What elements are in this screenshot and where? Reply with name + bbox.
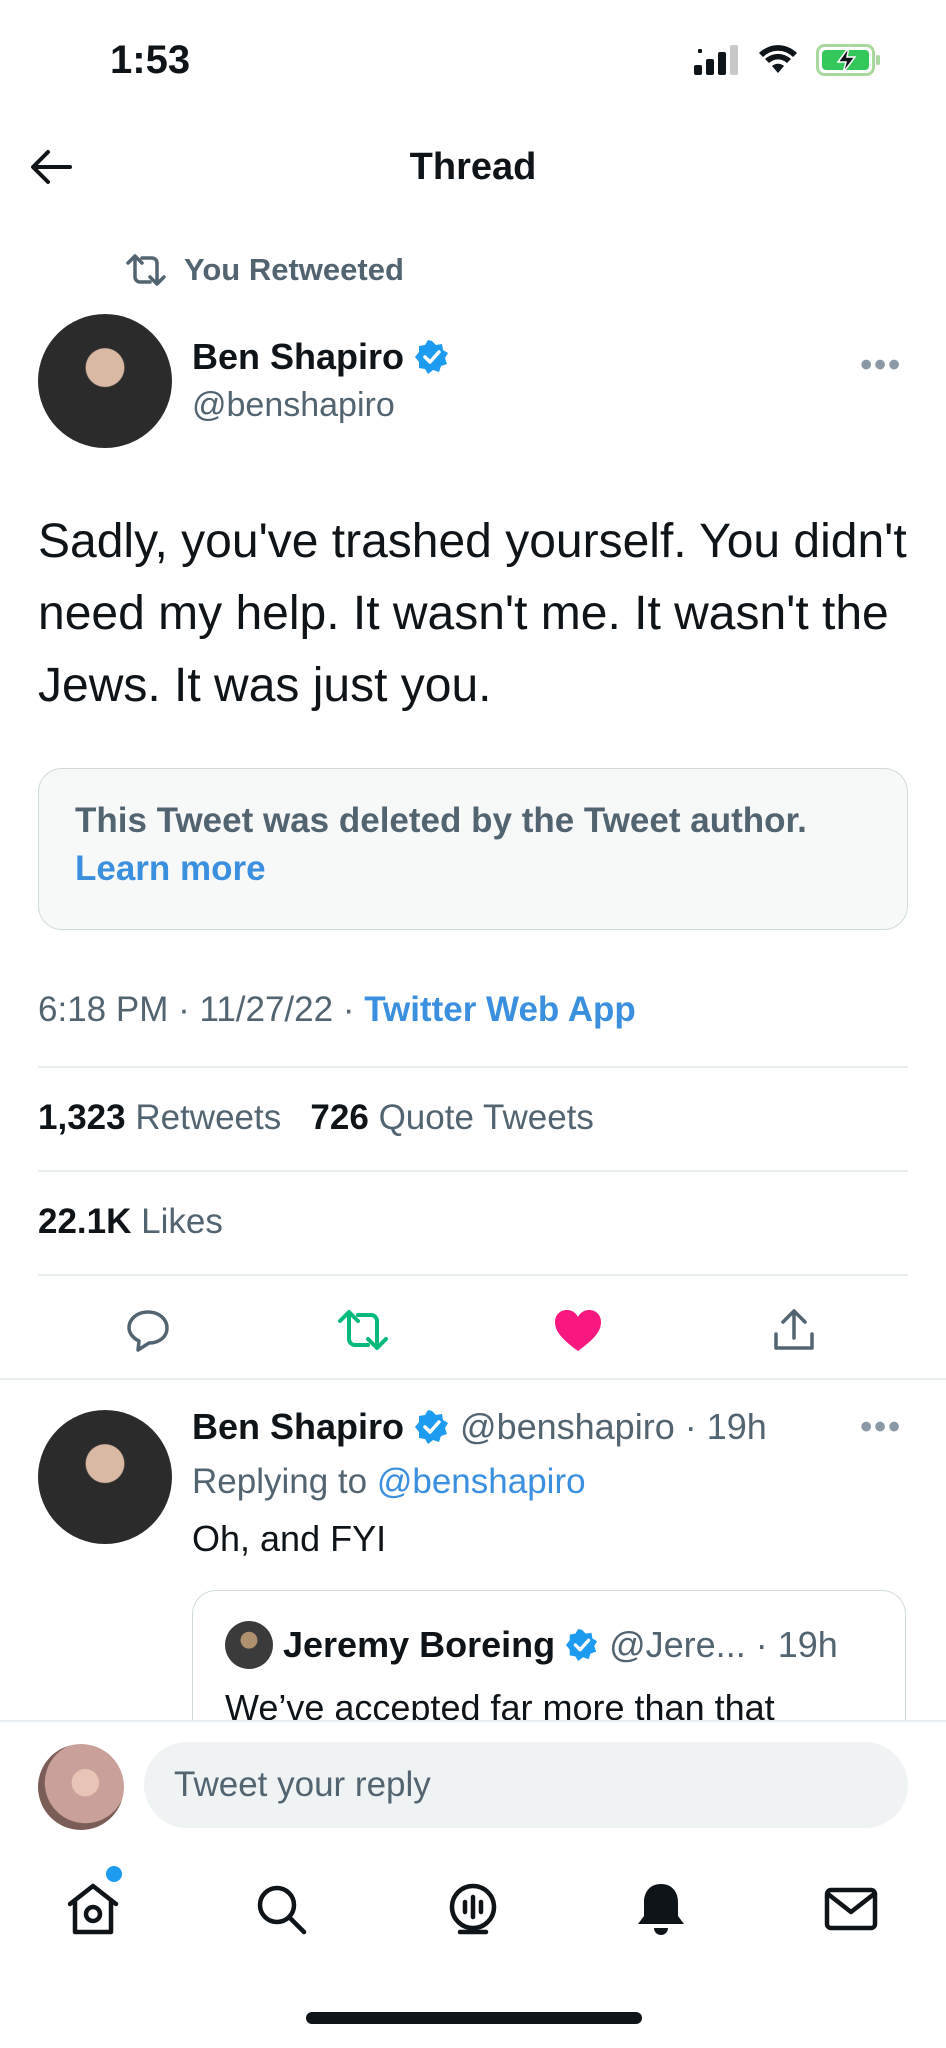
retweets-stat[interactable]: 1,323 Retweets (38, 1098, 281, 1137)
verified-badge-icon (415, 1410, 449, 1444)
author-handle[interactable]: @benshapiro (192, 386, 395, 425)
likes-count: 22.1K (38, 1202, 132, 1241)
verified-badge-icon (415, 340, 449, 374)
share-icon (774, 1309, 814, 1350)
divider (38, 1066, 908, 1068)
reply-text: Oh, and FYI (192, 1518, 387, 1559)
author-name-line[interactable]: Ben Shapiro (192, 336, 450, 378)
divider (0, 1720, 946, 1722)
likes-stat[interactable]: 22.1K Likes (38, 1202, 223, 1242)
verified-badge-icon (566, 1628, 598, 1662)
tab-home[interactable] (60, 1876, 126, 1942)
heart-filled-icon (555, 1310, 601, 1351)
quoted-tweet[interactable]: Jeremy Boreing @Jere... · 19h We’ve acce… (192, 1590, 906, 1720)
replying-label: Replying to (192, 1462, 368, 1501)
tab-search[interactable] (248, 1876, 314, 1942)
like-button[interactable] (548, 1300, 608, 1360)
share-button[interactable] (764, 1300, 824, 1360)
avatar[interactable] (38, 1744, 124, 1830)
retweet-context: You Retweeted (124, 252, 404, 288)
deleted-quote-notice: This Tweet was deleted by the Tweet auth… (38, 768, 908, 930)
battery-charging-icon (816, 44, 880, 76)
messages-icon (824, 1887, 878, 1931)
status-time: 1:53 (110, 38, 191, 82)
replying-to: Replying to @benshapiro (192, 1462, 586, 1502)
divider (38, 1170, 908, 1172)
tab-spaces[interactable] (440, 1876, 506, 1942)
retweet-button[interactable] (333, 1300, 393, 1360)
quotes-count: 726 (310, 1098, 369, 1137)
quoted-tweet-header: Jeremy Boreing @Jere... · 19h (225, 1621, 838, 1669)
tweet-actions (0, 1300, 946, 1360)
quotes-label: Quote Tweets (378, 1098, 594, 1137)
likes-label: Likes (141, 1202, 223, 1241)
reply-author-name[interactable]: Ben Shapiro (192, 1406, 404, 1448)
home-icon (67, 1883, 119, 1935)
author-name[interactable]: Ben Shapiro (192, 336, 404, 378)
retweets-count: 1,323 (38, 1098, 126, 1137)
page-title: Thread (409, 146, 537, 188)
tab-messages[interactable] (818, 1876, 884, 1942)
retweet-context-label: You Retweeted (184, 252, 404, 287)
status-icons (694, 44, 882, 76)
tweet-text: Sadly, you've trashed yourself. You didn… (38, 515, 907, 712)
notifications-icon (638, 1884, 684, 1935)
quotes-stat[interactable]: 726 Quote Tweets (310, 1098, 593, 1137)
replying-handle-link[interactable]: @benshapiro (377, 1462, 586, 1501)
reply-button[interactable] (118, 1300, 178, 1360)
quoted-time: · 19h (755, 1624, 838, 1665)
learn-more-link[interactable]: Learn more (75, 849, 266, 888)
tweet-meta: 6:18 PM · 11/27/22 · Twitter Web App (38, 990, 636, 1030)
quoted-author-handle: @Jere... (609, 1624, 746, 1665)
more-options-icon[interactable]: ••• (860, 346, 902, 385)
reply-icon (127, 1310, 169, 1352)
tweet-timestamp: 6:18 PM · 11/27/22 · (38, 990, 365, 1029)
retweets-label: Retweets (135, 1098, 282, 1137)
reply-author-handle[interactable]: @benshapiro (460, 1406, 675, 1448)
retweet-icon (338, 1310, 388, 1350)
reply-author-line[interactable]: Ben Shapiro @benshapiro · 19h (192, 1406, 767, 1448)
divider (38, 1274, 908, 1276)
quoted-author-name: Jeremy Boreing (283, 1624, 556, 1665)
more-options-icon[interactable]: ••• (860, 1408, 902, 1447)
deleted-notice-text: This Tweet was deleted by the Tweet auth… (75, 801, 807, 840)
quoted-tweet-text: We’ve accepted far more than that (225, 1687, 775, 1720)
notification-dot (106, 1866, 122, 1882)
avatar[interactable] (38, 1410, 172, 1544)
tweet-source-link[interactable]: Twitter Web App (364, 990, 636, 1029)
avatar[interactable] (38, 314, 172, 448)
divider (0, 1378, 946, 1380)
reply-input[interactable]: Tweet your reply (144, 1742, 908, 1828)
retweet-icon (126, 254, 166, 286)
avatar (225, 1621, 273, 1669)
spaces-icon (449, 1883, 497, 1935)
tab-notifications[interactable] (628, 1876, 694, 1942)
wifi-icon (759, 45, 797, 73)
cellular-signal-icon (694, 45, 738, 75)
home-indicator[interactable] (306, 2012, 642, 2024)
search-icon (257, 1885, 307, 1935)
reply-time: · 19h (684, 1406, 767, 1447)
tweet-stats-retweets: 1,323 Retweets 726 Quote Tweets (38, 1098, 594, 1138)
